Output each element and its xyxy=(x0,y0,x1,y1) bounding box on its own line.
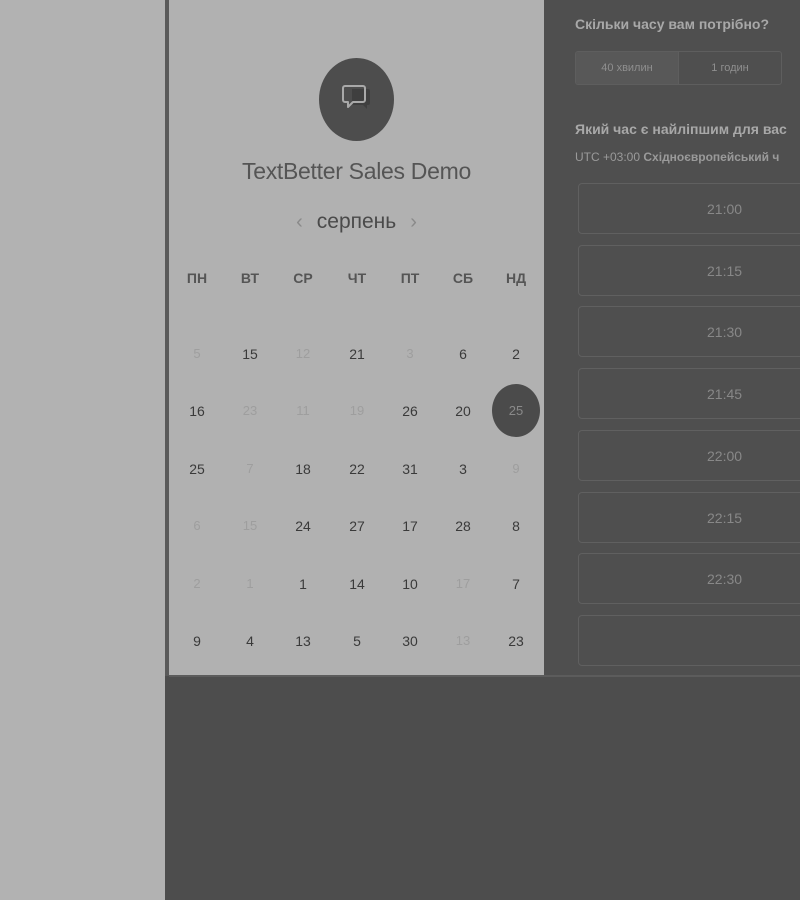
calendar-day: 1 xyxy=(246,576,254,591)
time-slot-button[interactable]: 22:15 xyxy=(578,491,800,543)
chevron-left-icon[interactable]: ‹ xyxy=(296,212,303,232)
weekday-label: ПН xyxy=(186,270,208,286)
weekday-label: СБ xyxy=(452,270,474,286)
calendar-day[interactable]: 10 xyxy=(390,572,430,596)
time-slot-button[interactable]: 22:30 xyxy=(578,553,800,605)
calendar-day[interactable]: 24 xyxy=(283,514,323,538)
calendar-day[interactable]: 4 xyxy=(230,629,270,653)
calendar-day[interactable]: 14 xyxy=(337,572,377,596)
timezone-name: Східноєвропейський ч xyxy=(643,150,780,164)
calendar-day: 13 xyxy=(455,633,471,648)
calendar-day[interactable]: 9 xyxy=(177,629,217,653)
calendar-day[interactable]: 25 xyxy=(177,457,217,481)
duration-option-1-hour[interactable]: 1 годин xyxy=(679,52,781,84)
calendar-day[interactable]: 17 xyxy=(390,514,430,538)
calendar-day[interactable]: 30 xyxy=(390,629,430,653)
calendar-day: 9 xyxy=(512,461,520,476)
calendar-day[interactable]: 13 xyxy=(283,629,323,653)
timezone-offset: UTC +03:00 xyxy=(575,150,641,164)
booking-panel: Скільки часу вам потрібно? 40 хвилин 1 г… xyxy=(544,0,800,676)
weekday-label: ПТ xyxy=(400,270,420,286)
time-slot-label: 21:45 xyxy=(707,386,743,403)
calendar-day[interactable]: 21 xyxy=(337,342,377,366)
calendar-day[interactable]: 8 xyxy=(496,514,536,538)
event-logo xyxy=(319,58,394,141)
calendar-day[interactable]: 6 xyxy=(443,342,483,366)
calendar-day: 17 xyxy=(455,576,471,591)
duration-option-40-min[interactable]: 40 хвилин xyxy=(576,52,679,84)
weekday-header: ПН ВТ СР ЧТ ПТ СБ НД xyxy=(169,270,544,290)
calendar-day: 11 xyxy=(296,403,310,418)
calendar-day[interactable]: 28 xyxy=(443,514,483,538)
calendar-day-selected[interactable]: 25 xyxy=(492,384,540,437)
calendar-day: 19 xyxy=(349,403,365,418)
calendar-day[interactable]: 7 xyxy=(496,572,536,596)
calendar-day[interactable]: 15 xyxy=(230,342,270,366)
time-slot-button[interactable]: 22:00 xyxy=(578,429,800,481)
time-slot-label: 22:15 xyxy=(707,509,743,526)
weekday-label: СР xyxy=(293,270,313,286)
weekday-label: ЧТ xyxy=(347,270,367,286)
calendar-panel: TextBetter Sales Demo ‹ серпень › ПН ВТ СР… xyxy=(169,0,544,676)
calendar-day[interactable]: 1 xyxy=(283,572,323,596)
time-question: Який час є найліпшим для вас xyxy=(575,121,787,137)
time-slot-button[interactable]: 21:15 xyxy=(578,244,800,296)
time-slot-button[interactable] xyxy=(578,614,800,666)
calendar-day[interactable]: 26 xyxy=(390,399,430,423)
chevron-right-icon[interactable]: › xyxy=(410,212,417,232)
calendar-day[interactable]: 5 xyxy=(337,629,377,653)
calendar-day: 15 xyxy=(242,518,258,533)
calendar-day[interactable]: 3 xyxy=(443,457,483,481)
scheduling-page: TextBetter Sales Demo ‹ серпень › ПН ВТ СР… xyxy=(0,0,800,900)
calendar-day: 5 xyxy=(193,346,201,361)
time-slot-label: 21:00 xyxy=(707,201,743,217)
month-label: серпень xyxy=(316,210,397,233)
time-slot-button[interactable]: 21:45 xyxy=(578,368,800,420)
calendar-day[interactable]: 20 xyxy=(443,399,483,423)
calendar-day: 3 xyxy=(406,346,414,361)
month-navigation: ‹ серпень › xyxy=(169,207,544,237)
calendar-day[interactable]: 22 xyxy=(337,457,377,481)
calendar-day: 12 xyxy=(295,346,311,361)
time-slot-label: 21:15 xyxy=(707,262,743,279)
timezone-selector[interactable]: UTC +03:00 Східноєвропейський ч xyxy=(575,150,779,164)
calendar-day: 2 xyxy=(193,576,201,591)
calendar-day[interactable]: 27 xyxy=(337,514,377,538)
calendar-day[interactable]: 16 xyxy=(177,399,217,423)
left-background-strip xyxy=(0,0,165,900)
calendar-day: 6 xyxy=(193,518,201,533)
event-title: TextBetter Sales Demo xyxy=(242,158,471,184)
time-slot-button[interactable]: 21:30 xyxy=(578,306,800,358)
time-slot-button[interactable]: 21:00 xyxy=(578,183,800,234)
calendar-day[interactable]: 23 xyxy=(496,629,536,653)
calendar-day: 7 xyxy=(246,461,254,476)
duration-question: Скільки часу вам потрібно? xyxy=(575,16,770,32)
calendar-day[interactable]: 18 xyxy=(283,457,323,481)
calendar-day[interactable]: 31 xyxy=(390,457,430,481)
time-slot-label: 22:30 xyxy=(707,571,743,588)
chat-bubbles-icon xyxy=(340,80,374,119)
calendar-day[interactable]: 2 xyxy=(496,342,536,366)
panel-bottom-border xyxy=(169,675,800,677)
weekday-label: НД xyxy=(505,270,527,286)
calendar-day: 23 xyxy=(242,403,258,418)
time-slot-label: 21:30 xyxy=(707,324,743,341)
time-slot-label: 22:00 xyxy=(707,447,743,464)
duration-selector: 40 хвилин 1 годин xyxy=(575,51,782,85)
weekday-label: ВТ xyxy=(240,270,260,286)
